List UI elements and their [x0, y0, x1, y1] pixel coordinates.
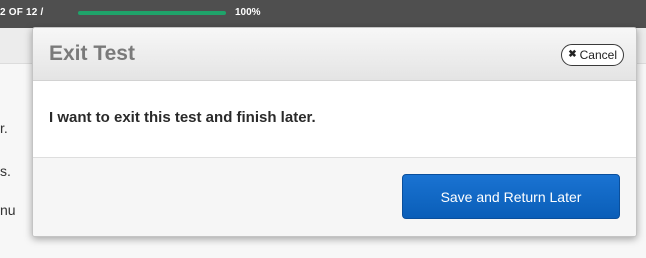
dialog-title: Exit Test	[49, 42, 135, 65]
exit-test-dialog: Exit Test ✖ Cancel I want to exit this t…	[32, 27, 637, 237]
save-and-return-later-button[interactable]: Save and Return Later	[402, 174, 620, 219]
background-text-line: nu	[0, 202, 16, 218]
dialog-header: Exit Test ✖ Cancel	[33, 28, 636, 81]
background-text-line: r.	[0, 120, 8, 136]
progress-percent: 100%	[235, 7, 261, 18]
progress-fill	[78, 11, 226, 15]
cancel-button[interactable]: ✖ Cancel	[561, 44, 624, 66]
background-text-line: s.	[0, 163, 11, 179]
cancel-label: Cancel	[579, 48, 617, 62]
test-progress-bar: 2 OF 12 / 100%	[0, 0, 646, 28]
question-counter: 2 OF 12 /	[0, 7, 44, 18]
close-icon: ✖	[568, 49, 577, 60]
dialog-message: I want to exit this test and finish late…	[49, 109, 316, 126]
dialog-body: I want to exit this test and finish late…	[33, 81, 636, 157]
progress-track	[78, 11, 226, 15]
dialog-footer: Save and Return Later	[33, 157, 636, 236]
